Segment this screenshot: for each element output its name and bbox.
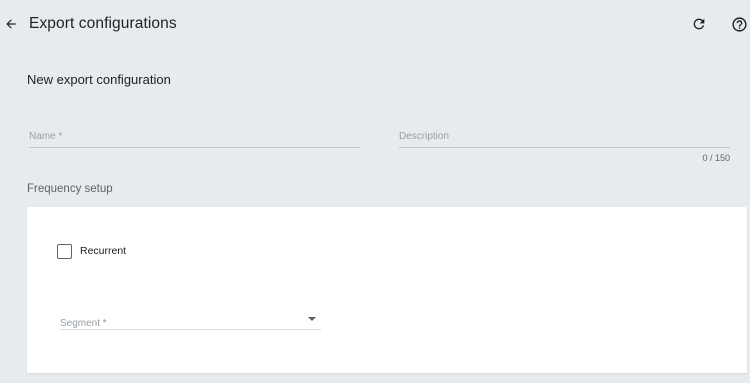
frequency-setup-card: Recurrent Segment *	[27, 207, 747, 373]
name-field[interactable]: Name *	[29, 131, 360, 149]
frequency-setup-title: Frequency setup	[27, 183, 113, 195]
back-button[interactable]	[2, 15, 20, 33]
segment-select-label: Segment *	[60, 318, 107, 329]
name-field-underline	[29, 147, 360, 148]
arrow-left-icon	[6, 19, 16, 29]
header-bar: Export configurations	[0, 0, 750, 50]
segment-select[interactable]: Segment *	[60, 313, 321, 331]
recurrent-checkbox[interactable]	[57, 244, 72, 259]
segment-select-underline	[60, 329, 321, 330]
section-title: New export configuration	[27, 72, 171, 87]
help-button[interactable]	[730, 15, 748, 33]
refresh-button[interactable]	[690, 15, 708, 33]
description-field-underline	[399, 147, 730, 148]
dropdown-arrow-icon	[308, 317, 316, 321]
help-circle-icon	[731, 16, 747, 32]
recurrent-checkbox-label[interactable]: Recurrent	[80, 244, 126, 258]
refresh-icon	[693, 18, 705, 30]
export-configurations-page: Export configurations New export configu…	[0, 0, 750, 383]
page-title: Export configurations	[29, 15, 177, 32]
description-field[interactable]: Description	[399, 131, 730, 149]
name-field-label: Name *	[29, 131, 63, 142]
description-field-label: Description	[399, 131, 450, 142]
description-character-counter: 0 / 150	[702, 153, 730, 163]
